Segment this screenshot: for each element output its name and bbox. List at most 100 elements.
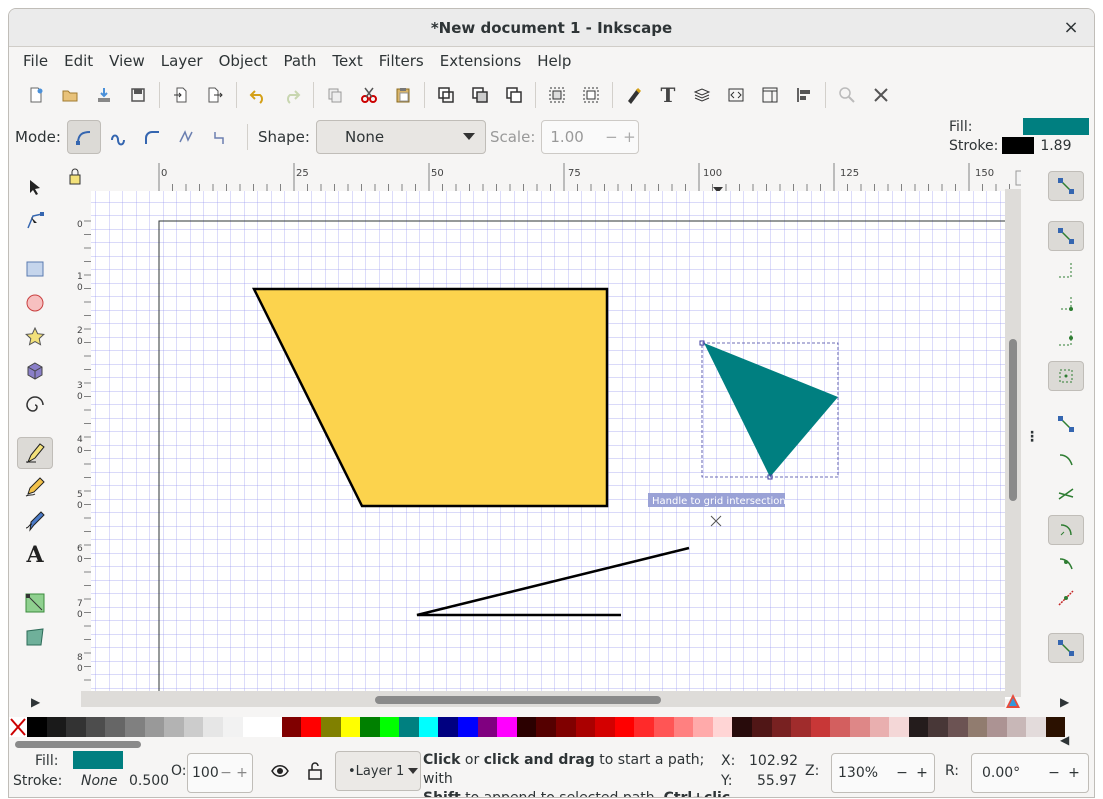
menu-extensions[interactable]: Extensions (432, 52, 529, 70)
menu-view[interactable]: View (101, 52, 153, 70)
spiral-tool[interactable] (17, 389, 53, 421)
ungroup-button[interactable] (574, 79, 608, 111)
palette-swatch[interactable] (791, 717, 811, 737)
palette-swatch[interactable] (732, 717, 752, 737)
minus-icon[interactable]: − (1044, 765, 1064, 781)
horizontal-scroll-thumb[interactable] (375, 696, 661, 704)
duplicate-button[interactable] (429, 79, 463, 111)
palette-swatch[interactable] (477, 717, 498, 737)
group-button[interactable] (540, 79, 574, 111)
palette-swatch[interactable] (144, 717, 165, 737)
menu-object[interactable]: Object (211, 52, 276, 70)
opacity-spinbox[interactable]: 100 − + (187, 753, 253, 793)
minus-icon[interactable]: − (218, 765, 234, 781)
plus-icon[interactable]: + (234, 765, 250, 781)
palette-swatch[interactable] (693, 717, 713, 737)
palette-swatch[interactable] (595, 717, 615, 737)
palette-swatch[interactable] (105, 717, 125, 737)
align-distribute-button[interactable] (787, 79, 821, 111)
cut-button[interactable] (352, 79, 386, 111)
preferences-button[interactable] (864, 79, 898, 111)
palette-swatch[interactable] (1006, 717, 1027, 737)
menu-layer[interactable]: Layer (153, 52, 211, 70)
canvas-svg[interactable]: 0 25 50 75 100 125 150 0 10 20 30 40 50 … (61, 159, 1021, 699)
menu-edit[interactable]: Edit (56, 52, 101, 70)
palette-swatch[interactable] (536, 717, 557, 737)
palette-swatch[interactable] (262, 717, 282, 737)
palette-swatch[interactable] (203, 717, 223, 737)
unlink-clone-button[interactable] (497, 79, 531, 111)
plus-icon[interactable]: + (620, 128, 638, 146)
close-button[interactable]: × (1060, 17, 1082, 39)
snap-bbox-edge[interactable] (1048, 255, 1084, 285)
3d-box-tool[interactable] (17, 355, 53, 387)
palette-swatch[interactable] (418, 717, 439, 737)
status-stroke-value[interactable]: None (81, 773, 118, 789)
layer-dropdown[interactable]: •Layer 1 (335, 751, 421, 791)
palette-swatch[interactable] (458, 717, 478, 737)
pencil-tool[interactable] (17, 471, 53, 503)
redo-button[interactable] (275, 79, 309, 111)
palette-swatch[interactable] (242, 717, 263, 737)
palette-swatch[interactable] (987, 717, 1007, 737)
snap-bbox[interactable] (1048, 221, 1084, 251)
xml-editor-button[interactable] (719, 79, 753, 111)
zoom-correction-icon[interactable] (1015, 170, 1021, 186)
palette-swatch[interactable] (340, 717, 361, 737)
palette-swatch[interactable] (634, 717, 654, 737)
plus-icon[interactable]: + (1064, 765, 1084, 781)
palette-swatch[interactable] (438, 717, 459, 737)
snap-line-midpoints[interactable] (1048, 583, 1084, 613)
palette-swatch[interactable] (869, 717, 890, 737)
expand-snapbar-icon[interactable]: ▶ (1060, 695, 1069, 709)
snap-bbox-midpoint[interactable] (1048, 323, 1084, 353)
palette-swatch[interactable] (360, 717, 380, 737)
palette-swatch[interactable] (301, 717, 321, 737)
star-tool[interactable] (17, 321, 53, 353)
fill-swatch[interactable] (1023, 118, 1089, 135)
stroke-swatch[interactable] (1002, 137, 1035, 154)
snap-toggle[interactable] (1048, 171, 1084, 201)
menu-path[interactable]: Path (275, 52, 324, 70)
snap-cusp-nodes[interactable] (1048, 515, 1084, 545)
stroke-width-value[interactable]: 1.89 (1040, 138, 1071, 154)
palette-swatch[interactable] (614, 717, 635, 737)
palette-scroll-thumb[interactable] (15, 741, 141, 748)
rectangle-tool[interactable] (17, 253, 53, 285)
vertical-scrollbar[interactable] (1005, 189, 1021, 697)
menu-filters[interactable]: Filters (371, 52, 432, 70)
snap-nodes[interactable] (1048, 409, 1084, 439)
palette-swatch[interactable] (771, 717, 792, 737)
mode-bspline[interactable] (135, 120, 169, 154)
left-ruler[interactable] (61, 191, 91, 699)
palette-swatch[interactable] (849, 717, 870, 737)
undo-button[interactable] (241, 79, 275, 111)
palette-swatch[interactable] (889, 717, 909, 737)
palette-swatch[interactable] (1045, 717, 1066, 737)
palette-swatch[interactable] (379, 717, 400, 737)
palette-swatch[interactable] (320, 717, 341, 737)
eye-icon[interactable] (271, 763, 289, 779)
palette-swatch[interactable] (556, 717, 576, 737)
palette-swatch[interactable] (908, 717, 929, 737)
open-button[interactable] (53, 79, 87, 111)
menu-file[interactable]: File (15, 52, 56, 70)
paste-button[interactable] (386, 79, 420, 111)
import-button[interactable] (164, 79, 198, 111)
palette-swatch[interactable] (164, 717, 184, 737)
palette-swatch[interactable] (497, 717, 517, 737)
mode-paraxial[interactable] (203, 120, 237, 154)
menu-help[interactable]: Help (529, 52, 579, 70)
snap-smooth-nodes[interactable] (1048, 549, 1084, 579)
palette-swatch[interactable] (575, 717, 596, 737)
color-manage-icon[interactable] (1005, 693, 1021, 709)
horizontal-scrollbar[interactable] (81, 691, 1005, 707)
calligraphy-tool[interactable] (17, 505, 53, 537)
copy-button[interactable] (318, 79, 352, 111)
text-font-button[interactable]: T (651, 79, 685, 111)
palette-swatch[interactable] (85, 717, 106, 737)
no-paint-swatch[interactable] (9, 717, 27, 737)
palette-swatch[interactable] (810, 717, 831, 737)
print-button[interactable] (121, 79, 155, 111)
snap-others[interactable] (1048, 633, 1084, 663)
